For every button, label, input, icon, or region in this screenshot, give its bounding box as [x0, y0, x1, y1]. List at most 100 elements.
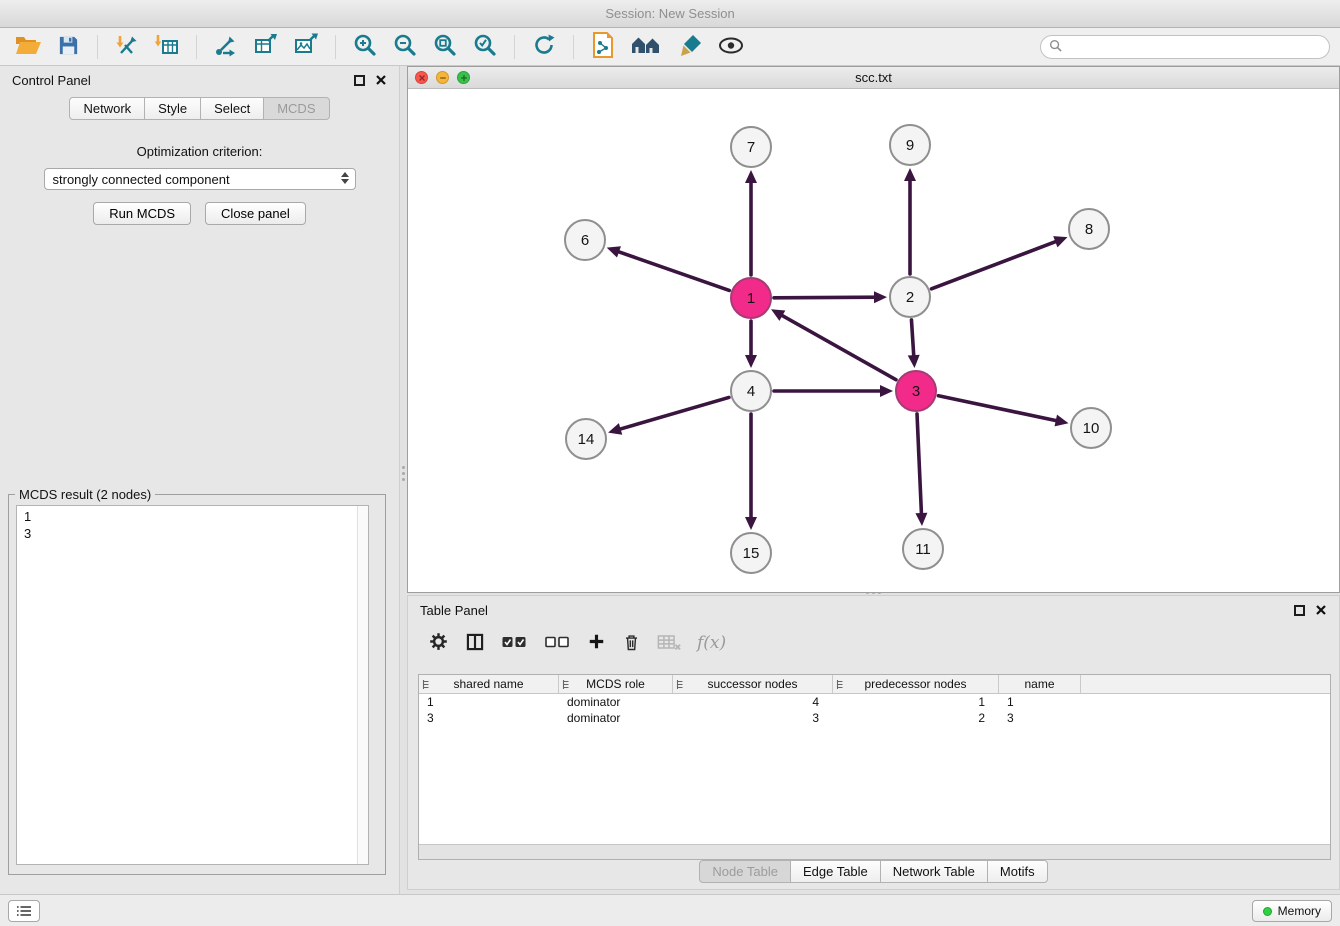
tab-motifs[interactable]: Motifs: [987, 860, 1048, 883]
zoom-out-button[interactable]: [385, 31, 425, 63]
delete-column-button[interactable]: [622, 632, 641, 655]
graph-edge-arrowhead: [745, 517, 757, 530]
float-table-panel-icon[interactable]: [1294, 605, 1305, 616]
graph-node-4[interactable]: 4: [731, 371, 771, 411]
cell-predecessor-nodes[interactable]: 2: [833, 711, 999, 725]
tab-select[interactable]: Select: [200, 97, 264, 120]
save-session-button[interactable]: [48, 31, 88, 63]
cell-predecessor-nodes[interactable]: 1: [833, 695, 999, 709]
graph-node-1[interactable]: 1: [731, 278, 771, 318]
result-scrollbar[interactable]: [357, 506, 368, 864]
add-column-button[interactable]: [587, 632, 606, 654]
zoom-in-button[interactable]: [345, 31, 385, 63]
graph-edge-2-8[interactable]: [932, 240, 1060, 288]
window-title: Session: New Session: [605, 6, 734, 21]
cell-successor-nodes[interactable]: 3: [673, 711, 833, 725]
home-button[interactable]: [623, 31, 671, 63]
show-log-button[interactable]: [8, 900, 40, 922]
cell-successor-nodes[interactable]: 4: [673, 695, 833, 709]
float-panel-icon[interactable]: [354, 75, 365, 86]
tab-style[interactable]: Style: [144, 97, 201, 120]
memory-button[interactable]: Memory: [1252, 900, 1332, 922]
close-window-icon[interactable]: [415, 71, 428, 84]
graph-edge-arrowhead: [608, 423, 622, 435]
graph-node-15[interactable]: 15: [731, 533, 771, 573]
table-row[interactable]: 1 dominator 4 1 1: [419, 694, 1330, 710]
graph-edge-1-2[interactable]: [774, 297, 878, 298]
cell-shared-name[interactable]: 1: [419, 695, 559, 709]
network-window-titlebar[interactable]: scc.txt: [408, 67, 1339, 89]
graph-edge-arrowhead: [874, 291, 887, 303]
toggle-visibility-button[interactable]: [711, 31, 751, 63]
import-table-button[interactable]: [147, 31, 187, 63]
graph-edge-3-10[interactable]: [939, 396, 1060, 422]
graph-node-8[interactable]: 8: [1069, 209, 1109, 249]
graph-node-2[interactable]: 2: [890, 277, 930, 317]
tab-edge-table[interactable]: Edge Table: [790, 860, 881, 883]
graph-node-9[interactable]: 9: [890, 125, 930, 165]
export-network-button[interactable]: [206, 31, 246, 63]
apply-layout-button[interactable]: [524, 31, 564, 63]
graph-edge-arrowhead: [908, 355, 920, 368]
import-network-button[interactable]: [107, 31, 147, 63]
maximize-window-icon[interactable]: [457, 71, 470, 84]
table-settings-button[interactable]: [428, 631, 449, 655]
export-image-button[interactable]: [286, 31, 326, 63]
optimization-select[interactable]: strongly connected component: [44, 168, 356, 190]
graph-node-10[interactable]: 10: [1071, 408, 1111, 448]
tab-node-table[interactable]: Node Table: [699, 860, 791, 883]
column-header-successor-nodes[interactable]: successor nodes: [673, 675, 833, 693]
show-columns-button[interactable]: [465, 632, 485, 655]
graph-node-label: 9: [906, 137, 914, 154]
graph-edge-2-3[interactable]: [911, 320, 913, 359]
style-brush-button[interactable]: [671, 31, 711, 63]
mcds-result-title: MCDS result (2 nodes): [15, 487, 155, 502]
graph-node-7[interactable]: 7: [731, 127, 771, 167]
graph-edge-3-1[interactable]: [779, 314, 896, 380]
select-all-rows-button[interactable]: [501, 634, 528, 653]
cell-name[interactable]: 1: [999, 695, 1081, 709]
cell-shared-name[interactable]: 3: [419, 711, 559, 725]
close-panel-button[interactable]: Close panel: [205, 202, 306, 225]
close-table-panel-icon[interactable]: [1315, 604, 1327, 616]
graph-node-11[interactable]: 11: [903, 529, 943, 569]
column-header-predecessor-nodes[interactable]: predecessor nodes: [833, 675, 999, 693]
zoom-selected-button[interactable]: [465, 31, 505, 63]
deselect-all-rows-button[interactable]: [544, 634, 571, 653]
mcds-result-box[interactable]: 1 3: [16, 505, 369, 865]
search-field[interactable]: [1040, 35, 1330, 59]
vertical-splitter[interactable]: [401, 458, 406, 488]
graph-node-3[interactable]: 3: [896, 371, 936, 411]
close-panel-icon[interactable]: [375, 74, 387, 86]
table-horizontal-scrollbar[interactable]: [419, 844, 1330, 859]
zoom-fit-button[interactable]: [425, 31, 465, 63]
network-graph[interactable]: 7 9 6 8 1 2 4 3 14 10 15 11: [408, 89, 1339, 592]
graph-node-6[interactable]: 6: [565, 220, 605, 260]
minimize-window-icon[interactable]: [436, 71, 449, 84]
table-row[interactable]: 3 dominator 3 2 3: [419, 710, 1330, 726]
floppy-disk-icon: [57, 34, 80, 60]
toolbar-separator: [335, 35, 336, 59]
cell-mcds-role[interactable]: dominator: [559, 695, 673, 709]
network-canvas[interactable]: 7 9 6 8 1 2 4 3 14 10 15 11: [408, 89, 1339, 592]
export-table-button[interactable]: [246, 31, 286, 63]
graph-node-14[interactable]: 14: [566, 419, 606, 459]
tab-mcds[interactable]: MCDS: [263, 97, 329, 120]
tab-network[interactable]: Network: [69, 97, 145, 120]
network-document-button[interactable]: [583, 31, 623, 63]
run-mcds-button[interactable]: Run MCDS: [93, 202, 191, 225]
column-header-mcds-role[interactable]: MCDS role: [559, 675, 673, 693]
tab-network-table[interactable]: Network Table: [880, 860, 988, 883]
column-header-name[interactable]: name: [999, 675, 1081, 693]
cell-mcds-role[interactable]: dominator: [559, 711, 673, 725]
graph-edge-3-11[interactable]: [917, 414, 922, 517]
graph-edge-1-6[interactable]: [615, 251, 729, 291]
graph-edge-4-14[interactable]: [617, 397, 729, 430]
cell-name[interactable]: 3: [999, 711, 1081, 725]
open-file-button[interactable]: [8, 31, 48, 63]
function-builder-button[interactable]: f(x): [697, 633, 726, 653]
column-header-shared-name[interactable]: shared name: [419, 675, 559, 693]
search-input[interactable]: [1067, 40, 1329, 54]
select-stepper-icon: [341, 172, 349, 184]
optimization-value: strongly connected component: [53, 172, 230, 187]
